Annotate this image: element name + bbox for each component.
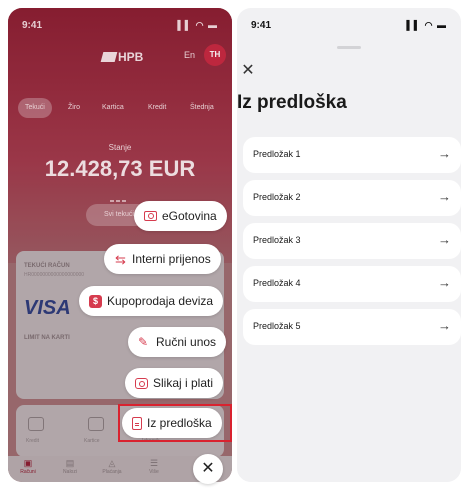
slikaj-i-plati-button[interactable]: Slikaj i plati bbox=[125, 368, 224, 398]
list-item[interactable]: Predložak 2 → bbox=[243, 180, 461, 216]
arrow-right-icon: → bbox=[438, 189, 451, 204]
currency-exchange-icon: $ bbox=[89, 294, 102, 308]
arrow-right-icon: → bbox=[438, 275, 451, 290]
interni-prijenos-button[interactable]: ⇆ Interni prijenos bbox=[104, 244, 221, 274]
pencil-icon: ✎ bbox=[138, 334, 149, 349]
sheet-grabber[interactable] bbox=[337, 46, 361, 49]
kupoprodaja-deviza-button[interactable]: $ Kupoprodaja deviza bbox=[79, 286, 224, 316]
page-title: Iz predloška bbox=[237, 92, 347, 113]
list-item[interactable]: Predložak 1 → bbox=[243, 137, 461, 173]
transfer-arrows-icon: ⇆ bbox=[115, 251, 126, 267]
rucni-unos-button[interactable]: ✎ Ručni unos bbox=[128, 327, 227, 357]
status-time: 9:41 bbox=[251, 20, 272, 31]
template-list: Predložak 1 → Predložak 2 → Predložak 3 … bbox=[243, 137, 461, 352]
highlight-frame bbox=[118, 404, 232, 442]
camera-icon bbox=[135, 377, 148, 389]
template-label: Predložak 2 bbox=[253, 192, 301, 202]
list-item[interactable]: Predložak 3 → bbox=[243, 223, 461, 259]
template-sheet: ✕ Iz predloška Predložak 1 → Predložak 2… bbox=[237, 42, 461, 482]
template-label: Predložak 1 bbox=[253, 149, 301, 159]
close-icon[interactable]: ✕ bbox=[237, 60, 259, 82]
template-screen: 9:41 ▌▌ ◠ ▬ ✕ Iz predloška Predložak 1 →… bbox=[237, 8, 461, 482]
template-label: Predložak 5 bbox=[253, 321, 301, 331]
arrow-right-icon: → bbox=[438, 146, 451, 161]
close-menu-button[interactable]: ✕ bbox=[193, 454, 223, 484]
status-icons: ▌▌ ◠ ▬ bbox=[406, 20, 447, 30]
list-item[interactable]: Predložak 4 → bbox=[243, 266, 461, 302]
egotovina-button[interactable]: eGotovina bbox=[134, 201, 227, 231]
cash-icon bbox=[144, 211, 157, 221]
arrow-right-icon: → bbox=[438, 318, 451, 333]
status-bar: 9:41 ▌▌ ◠ ▬ bbox=[251, 20, 447, 32]
list-item[interactable]: Predložak 5 → bbox=[243, 309, 461, 345]
template-label: Predložak 4 bbox=[253, 278, 301, 288]
arrow-right-icon: → bbox=[438, 232, 451, 247]
template-label: Predložak 3 bbox=[253, 235, 301, 245]
